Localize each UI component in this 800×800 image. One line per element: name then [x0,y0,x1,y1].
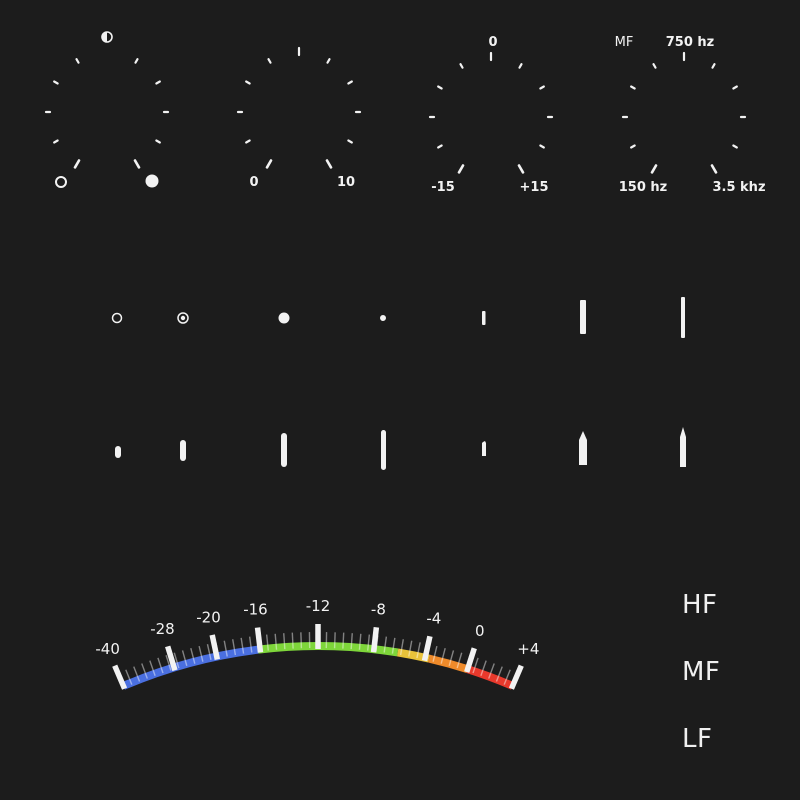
ring-marker-icon [111,312,123,324]
vu-scale-label: -12 [306,597,331,615]
target-marker-icon [177,312,189,324]
knob-tick [73,159,81,169]
knob-tick [133,159,141,169]
knob-tick [630,85,636,90]
knob-tick [53,139,59,144]
knob-tick [326,58,331,64]
knob-tick [155,80,161,85]
vu-scale-label: -20 [196,608,221,626]
short-line-pointer-icon [482,311,486,325]
band-label-lf: LF [682,724,713,754]
band-label-mf: MF [682,657,721,687]
knob-tick [459,63,464,69]
knob-tick [347,80,353,85]
knob-tick [245,80,251,85]
knob-gain-min-label: -15 [431,180,455,195]
knob-level-min-label: 0 [249,175,258,190]
knob-tick [75,58,80,64]
knob-tick [518,63,523,69]
pill-pointer-small-icon [115,446,121,458]
knob-tick [134,58,139,64]
pill-pointer-medium-icon [180,440,186,461]
knob-tick [630,144,636,149]
knob-tick [53,80,59,85]
knob-tick [325,159,333,169]
vu-scale-label: -8 [371,600,386,618]
band-label-hf: HF [682,590,718,620]
vu-scale-label: -4 [426,610,441,628]
knob-level-scale [236,46,362,169]
vu-minor-tick [300,632,303,649]
control-sprite-sheet: 0 10 0 -15 +15 MF 750 hz 150 hz 3.5 khz … [44,31,766,690]
small-dot-marker-icon [380,315,386,321]
knob-pan-scale [44,58,170,169]
vu-major-tick [112,664,128,690]
knob-tick [652,63,657,69]
vu-scale-label: -16 [243,601,268,619]
knob-tick [732,85,738,90]
dot-marker-icon [278,312,290,324]
vu-major-tick [508,664,524,690]
half-circle-icon [101,31,113,43]
knob-mf-max-label: 3.5 khz [712,180,765,195]
vu-minor-tick [291,632,294,649]
vu-minor-tick [342,632,345,649]
knob-tick [437,85,443,90]
slim-needle-pointer-icon [680,427,686,467]
knob-tick [245,139,251,144]
knob-tick [267,58,272,64]
pan-right-dot-icon [145,174,159,188]
vu-major-tick [254,627,264,653]
vu-scale-label: -28 [150,620,175,638]
knob-tick [347,139,353,144]
knob-gain-scale [428,51,554,174]
arrow-needle-pointer-icon [579,431,587,465]
knob-mf-center-label: 750 hz [666,35,714,50]
knob-mf-corner-label: MF [615,35,634,50]
knob-tick [650,164,658,174]
pill-pointer-large-icon [281,433,287,467]
knob-tick [457,164,465,174]
pan-left-ring-icon [55,176,67,188]
knob-gain-center-label: 0 [488,35,497,50]
knob-gain-max-label: +15 [520,180,549,195]
knob-tick [539,144,545,149]
pill-pointer-long-icon [381,430,386,470]
vu-scale-label: 0 [475,622,485,640]
vu-meter [112,624,524,690]
knob-tick [517,164,525,174]
vu-scale-label: -40 [95,640,120,658]
knob-scales [44,46,747,174]
vu-scale-label: +4 [517,640,539,658]
vu-color-segment [121,645,259,690]
knob-tick [155,139,161,144]
tiny-needle-pointer-icon [482,441,486,456]
knob-level-max-label: 10 [337,175,355,190]
vu-minor-tick [333,632,336,649]
vu-major-tick [370,627,380,653]
knob-mf-freq-scale [621,51,747,174]
knob-tick [710,164,718,174]
tall-line-pointer-icon [681,297,685,338]
knob-tick [711,63,716,69]
knob-tick [732,144,738,149]
knob-tick [437,144,443,149]
thick-bar-pointer-icon [580,300,586,334]
knob-mf-min-label: 150 hz [619,180,667,195]
knob-tick [265,159,273,169]
knob-tick [539,85,545,90]
